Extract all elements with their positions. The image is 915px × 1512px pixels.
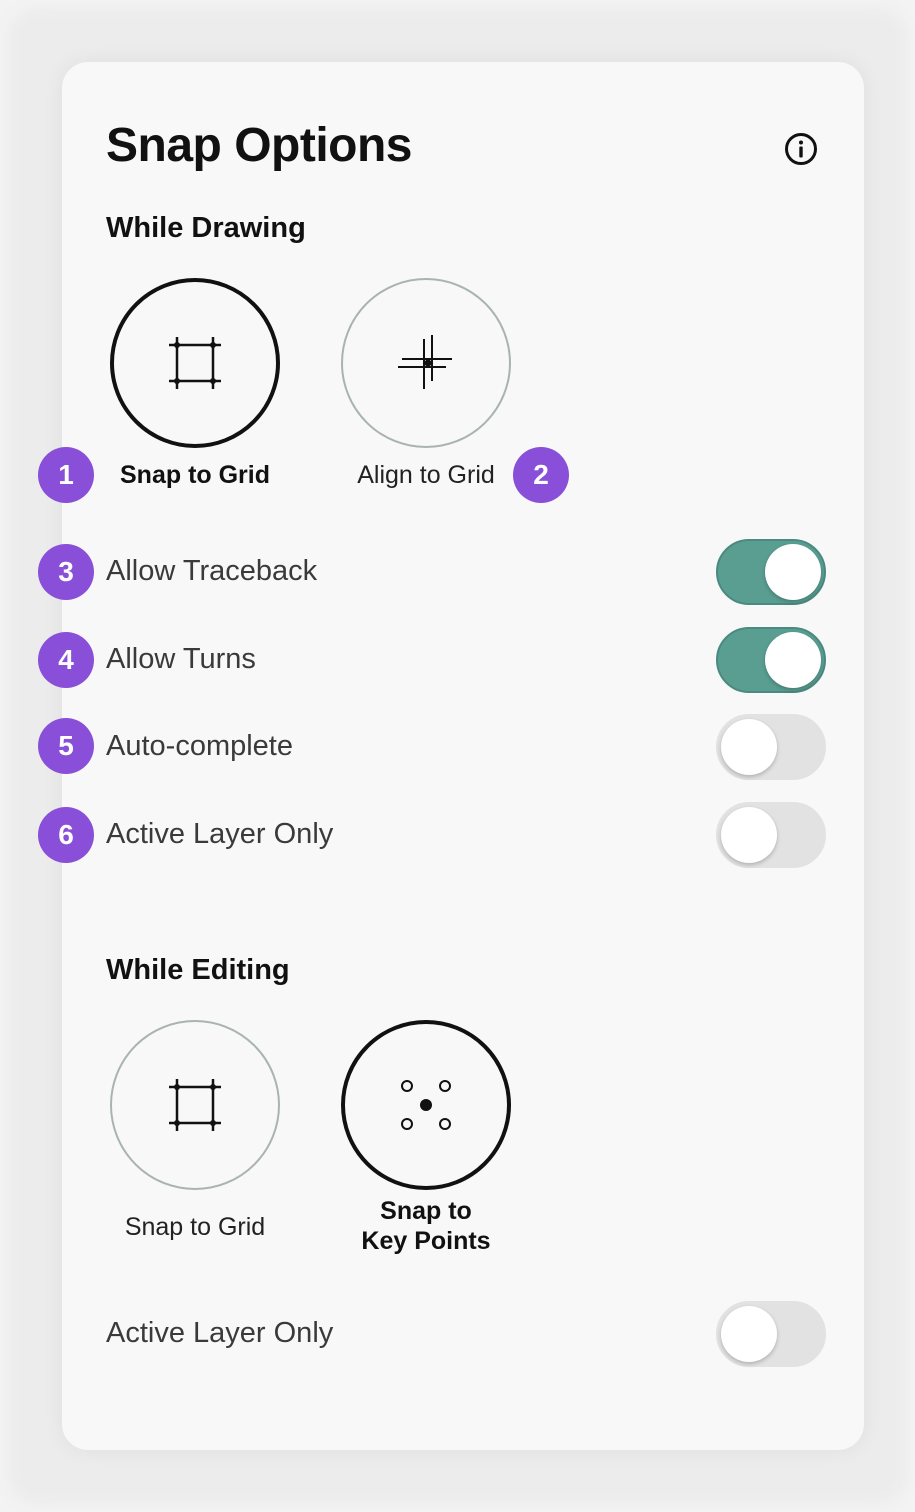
- allow-turns-toggle[interactable]: [716, 627, 826, 693]
- key-points-icon: [401, 1080, 451, 1130]
- while-editing-heading: While Editing: [106, 954, 290, 986]
- toggle-knob: [721, 1306, 777, 1362]
- allow-traceback-toggle[interactable]: [716, 539, 826, 605]
- drawing-active-layer-only-label: Active Layer Only: [106, 818, 334, 850]
- editing-snap-to-key-points-label: Snap to Key Points: [306, 1196, 546, 1256]
- snap-options-panel: Snap Options While Drawing 1 Snap to Gri…: [38, 62, 864, 1450]
- drawing-snap-to-grid-button[interactable]: [110, 278, 280, 448]
- label-line-1: Snap to: [380, 1197, 472, 1225]
- editing-snap-to-grid-label: Snap to Grid: [124, 1213, 266, 1241]
- drawing-snap-to-grid-label: Snap to Grid: [120, 461, 270, 489]
- editing-snap-to-grid-button[interactable]: [110, 1020, 280, 1190]
- editing-active-layer-only-toggle[interactable]: [716, 1301, 826, 1367]
- badge-3: 3: [38, 544, 94, 600]
- allow-turns-label: Allow Turns: [106, 643, 256, 675]
- allow-traceback-label: Allow Traceback: [106, 555, 318, 587]
- while-drawing-heading: While Drawing: [106, 212, 306, 244]
- drawing-align-to-grid-button[interactable]: [341, 278, 511, 448]
- toggle-knob: [721, 807, 777, 863]
- editing-snap-to-key-points-button[interactable]: [341, 1020, 511, 1190]
- drawing-align-to-grid-label: Align to Grid: [357, 461, 495, 489]
- align-crosshair-icon: [398, 335, 452, 389]
- label-line-2: Key Points: [361, 1227, 491, 1255]
- badge-5: 5: [38, 718, 94, 774]
- auto-complete-label: Auto-complete: [106, 730, 293, 762]
- drawing-active-layer-only-toggle[interactable]: [716, 802, 826, 868]
- auto-complete-toggle[interactable]: [716, 714, 826, 780]
- badge-2: 2: [513, 447, 569, 503]
- toggle-knob: [765, 544, 821, 600]
- grid-square-icon: [169, 337, 221, 389]
- panel-title: Snap Options: [106, 119, 413, 172]
- grid-square-icon: [169, 1079, 221, 1131]
- toggle-knob: [765, 632, 821, 688]
- toggle-knob: [721, 719, 777, 775]
- editing-active-layer-only-label: Active Layer Only: [106, 1317, 334, 1349]
- info-icon[interactable]: [784, 132, 818, 166]
- badge-4: 4: [38, 632, 94, 688]
- badge-6: 6: [38, 807, 94, 863]
